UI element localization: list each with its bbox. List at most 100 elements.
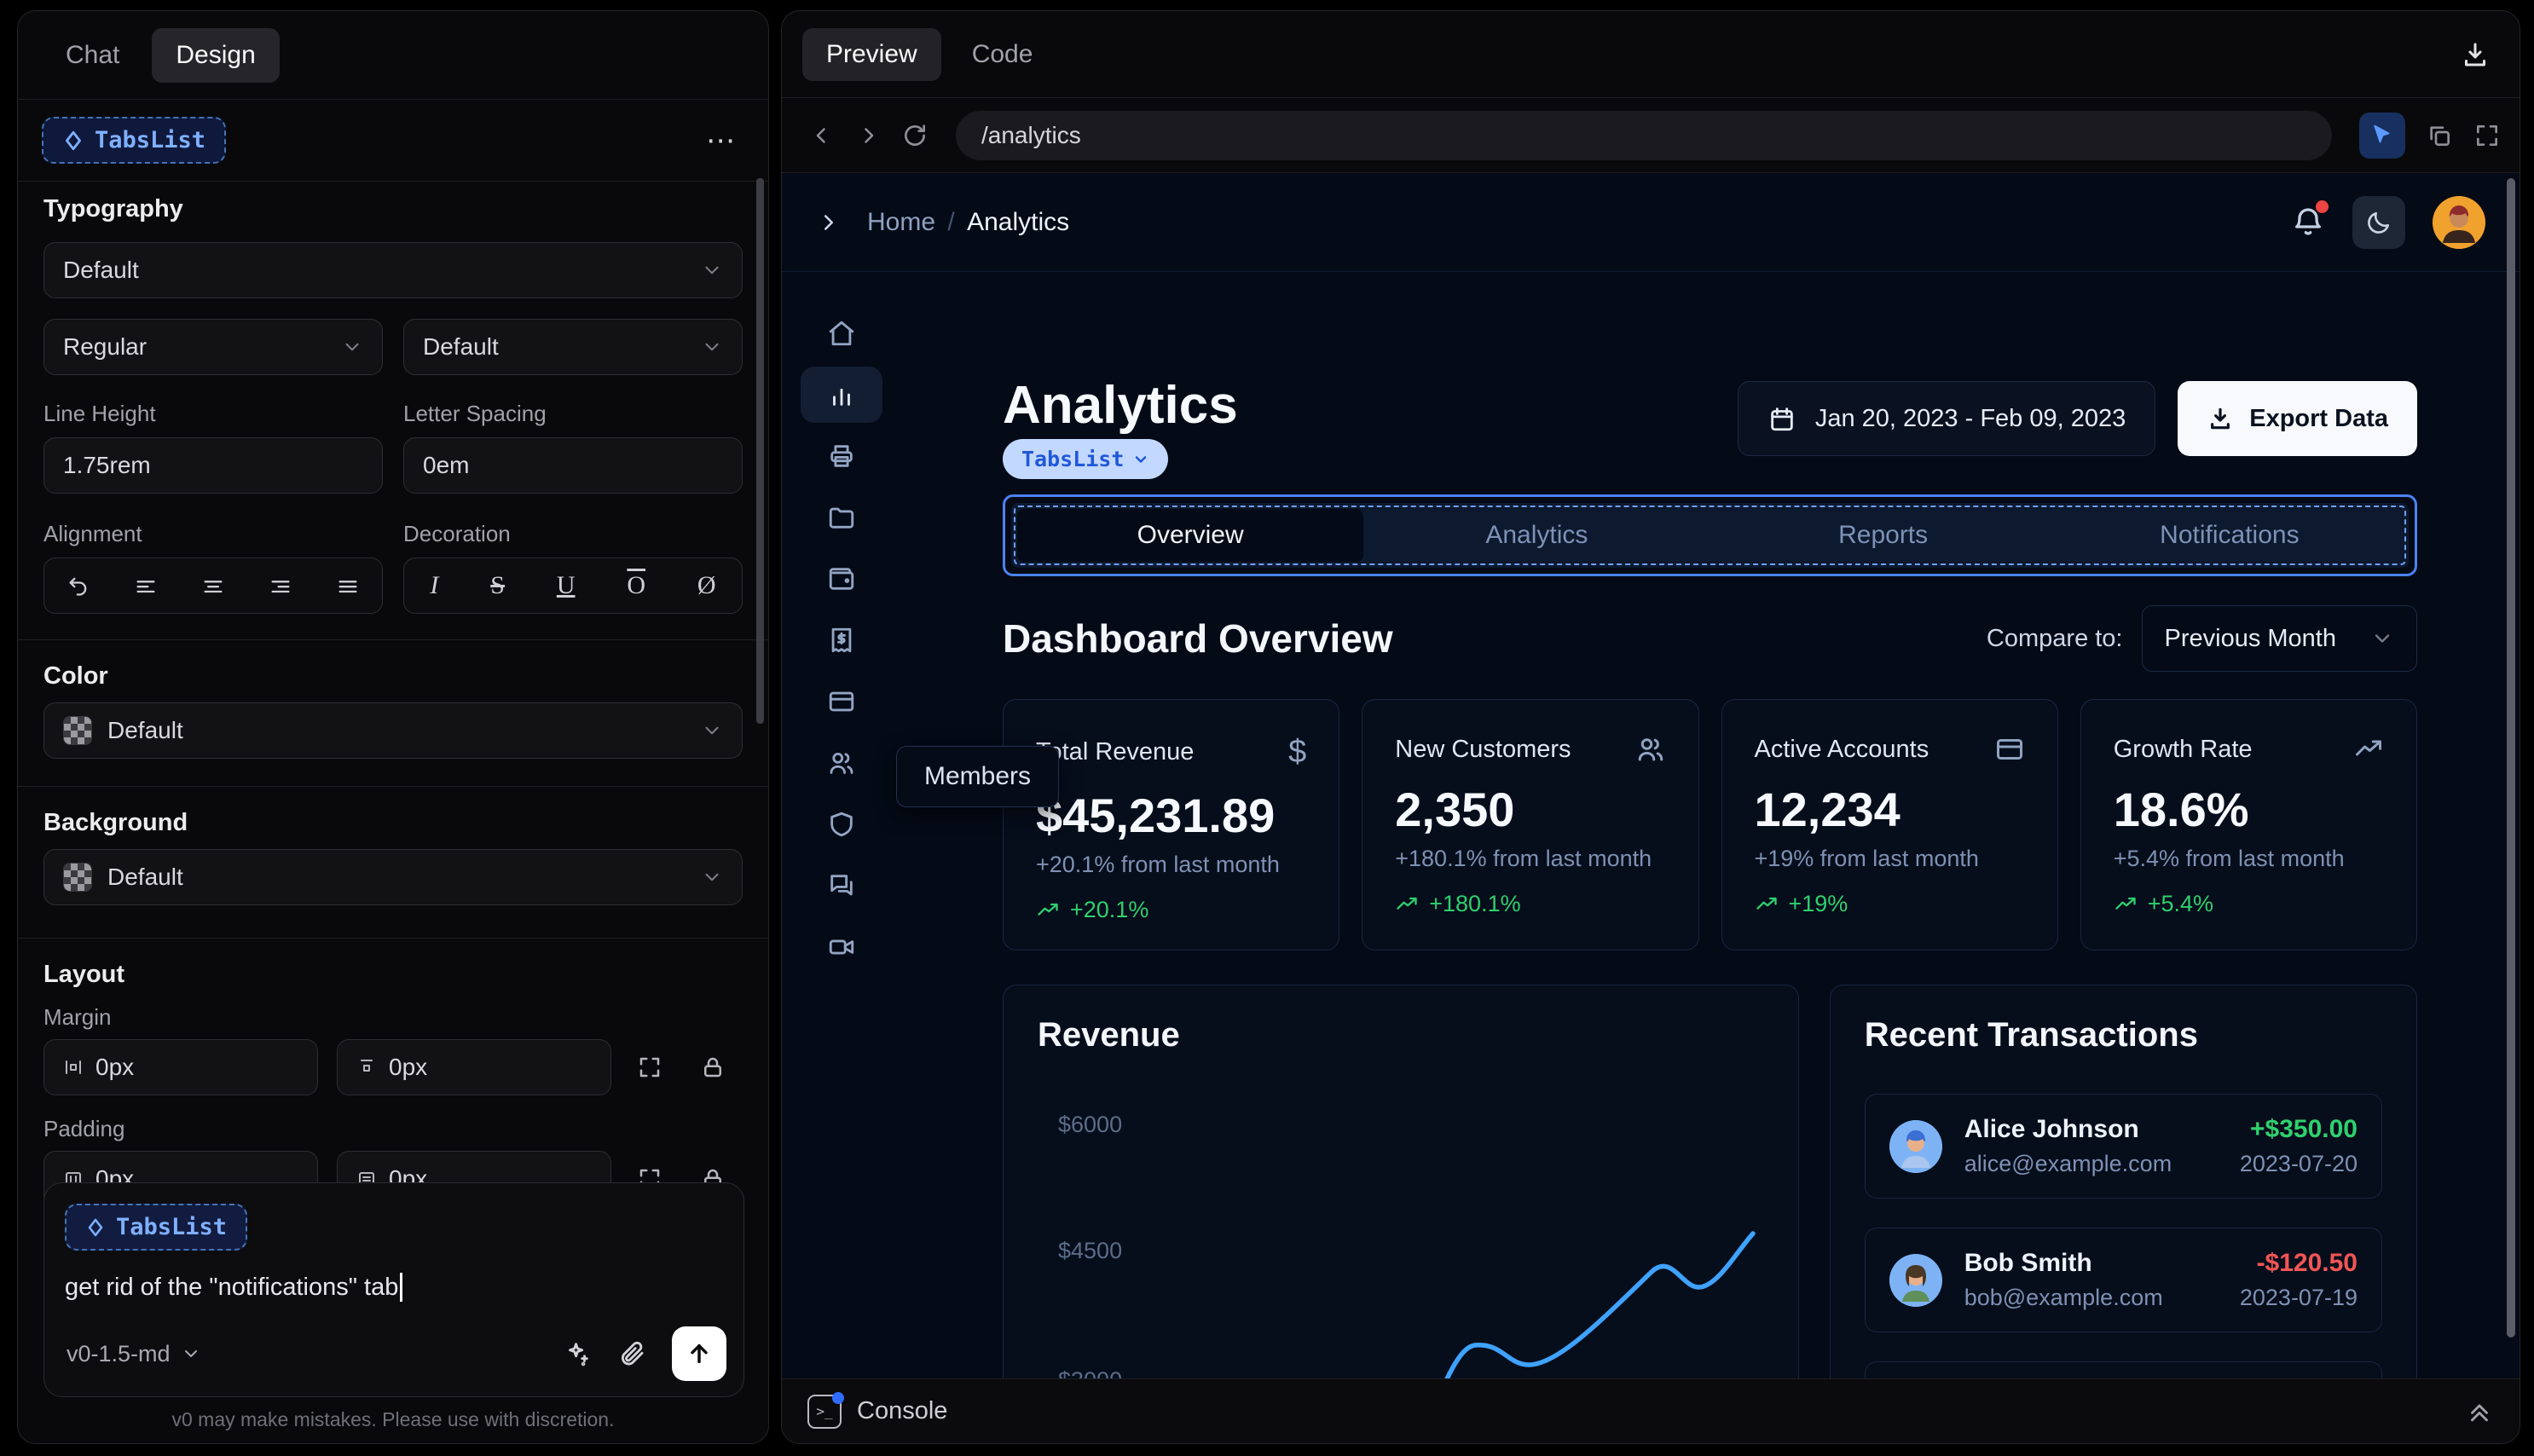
- left-panel-scrollbar[interactable]: [756, 178, 764, 724]
- theme-toggle-button[interactable]: [2352, 195, 2405, 249]
- tab-notifications[interactable]: Notifications: [2057, 509, 2403, 562]
- revenue-chart-card: Revenue $6000 $4500 $3000: [1003, 985, 1799, 1378]
- lock-icon[interactable]: [700, 1054, 726, 1080]
- url-input[interactable]: /analytics: [956, 110, 2332, 160]
- rail-item-analytics[interactable]: [801, 367, 882, 423]
- design-controls: Typography Default Regular Default Line …: [18, 182, 768, 1207]
- selected-component-badge[interactable]: TabsList: [1003, 439, 1169, 479]
- tab-reports[interactable]: Reports: [1710, 509, 2057, 562]
- rail-item-messages[interactable]: [801, 858, 882, 914]
- paperclip-icon[interactable]: [617, 1339, 646, 1368]
- user-avatar[interactable]: [2433, 195, 2485, 249]
- refresh-icon[interactable]: [901, 122, 929, 149]
- composer-input[interactable]: get rid of the "notifications" tab: [65, 1274, 398, 1302]
- stat-subtext: +20.1% from last month: [1036, 852, 1280, 877]
- chevron-down-icon: [705, 726, 719, 735]
- align-left-icon[interactable]: [134, 574, 158, 598]
- download-icon: [2211, 407, 2230, 430]
- tab-preview[interactable]: Preview: [802, 27, 941, 81]
- rail-item-invoices[interactable]: [801, 428, 882, 484]
- recent-transactions-card: Recent Transactions Alice Johnson alice@…: [1829, 985, 2417, 1378]
- browser-toolbar: /analytics: [782, 98, 2520, 173]
- compare-label: Compare to:: [1986, 624, 2123, 652]
- rail-item-members[interactable]: [801, 735, 882, 791]
- margin-label: Margin: [43, 1004, 112, 1030]
- tab-chat[interactable]: Chat: [42, 28, 143, 83]
- margin-y-value: 0px: [389, 1054, 428, 1080]
- notifications-button[interactable]: [2291, 199, 2329, 240]
- tab-analytics[interactable]: Analytics: [1363, 509, 1710, 562]
- export-label: Export Data: [2249, 404, 2388, 432]
- letter-spacing-input[interactable]: 0em: [403, 437, 743, 494]
- no-decoration-icon[interactable]: Ø: [697, 571, 716, 600]
- transaction-row[interactable]: Bob Smith bob@example.com -$120.50 2023-…: [1864, 1228, 2382, 1332]
- date-range-picker[interactable]: Jan 20, 2023 - Feb 09, 2023: [1737, 381, 2156, 456]
- align-center-icon[interactable]: [201, 574, 225, 598]
- rail-item-receipts[interactable]: [801, 612, 882, 668]
- back-icon[interactable]: [809, 123, 835, 148]
- trending-up-icon: [2356, 740, 2381, 756]
- prompt-composer[interactable]: TabsList get rid of the "notifications" …: [43, 1182, 744, 1397]
- stat-subtext: +5.4% from last month: [2113, 846, 2345, 871]
- background-swatch: [63, 863, 92, 892]
- send-button[interactable]: [672, 1326, 726, 1381]
- rail-item-security[interactable]: [801, 796, 882, 852]
- breadcrumb-separator: /: [947, 207, 955, 236]
- background-value: Default: [107, 864, 183, 890]
- copy-icon[interactable]: [2426, 122, 2453, 149]
- alignment-group: [43, 558, 383, 614]
- transaction-amount: +$350.00: [2250, 1115, 2358, 1143]
- underline-icon[interactable]: U: [557, 571, 576, 600]
- forward-icon[interactable]: [855, 123, 881, 148]
- tab-code[interactable]: Code: [948, 28, 1057, 81]
- fullscreen-icon[interactable]: [2473, 122, 2501, 149]
- font-size-select[interactable]: Default: [403, 319, 743, 375]
- align-right-icon[interactable]: [269, 574, 292, 598]
- rail-item-video[interactable]: [801, 919, 882, 975]
- typography-section-label: Typography: [43, 195, 183, 222]
- overline-icon[interactable]: O: [627, 571, 645, 600]
- font-family-select[interactable]: Default: [43, 242, 743, 298]
- tab-overview[interactable]: Overview: [1017, 509, 1364, 562]
- align-justify-icon[interactable]: [336, 574, 360, 598]
- inspect-cursor-button[interactable]: [2359, 112, 2405, 159]
- composer-component-chip[interactable]: TabsList: [65, 1204, 248, 1251]
- trend-up-icon: [1397, 897, 1417, 910]
- sparkles-icon[interactable]: [563, 1339, 592, 1368]
- expand-icon[interactable]: [637, 1054, 662, 1080]
- padding-label: Padding: [43, 1116, 125, 1141]
- rail-item-files[interactable]: [801, 489, 882, 546]
- strikethrough-icon[interactable]: S: [490, 571, 505, 600]
- receipt-icon: [831, 627, 852, 653]
- font-weight-select[interactable]: Regular: [43, 319, 383, 375]
- export-data-button[interactable]: Export Data: [2178, 381, 2417, 456]
- preview-scrollbar[interactable]: [2507, 178, 2515, 1338]
- rail-item-cards[interactable]: [801, 673, 882, 730]
- users-icon: [1638, 738, 1663, 761]
- chevron-down-icon: [1136, 455, 1147, 463]
- transaction-row[interactable]: Alice Johnson alice@example.com +$350.00…: [1864, 1094, 2382, 1199]
- stat-subtext: +19% from last month: [1754, 846, 1979, 871]
- tab-design[interactable]: Design: [152, 27, 280, 83]
- color-select[interactable]: Default: [43, 702, 743, 759]
- rail-item-wallet[interactable]: [801, 551, 882, 607]
- sidebar-toggle-icon[interactable]: [816, 210, 842, 235]
- more-options-button[interactable]: ⋯: [706, 124, 738, 158]
- margin-y-input[interactable]: 0px: [337, 1039, 611, 1095]
- italic-icon[interactable]: I: [430, 571, 438, 600]
- model-selector[interactable]: v0-1.5-md: [67, 1341, 201, 1367]
- line-height-input[interactable]: 1.75rem: [43, 437, 383, 494]
- selected-component-chip[interactable]: TabsList: [42, 117, 227, 164]
- avatar: [1889, 1119, 1942, 1173]
- console-bar[interactable]: >_ Console: [782, 1378, 2520, 1443]
- breadcrumb-home[interactable]: Home: [867, 208, 935, 236]
- margin-x-input[interactable]: 0px: [43, 1039, 318, 1095]
- rail-item-home[interactable]: [801, 305, 882, 361]
- background-select[interactable]: Default: [43, 849, 743, 905]
- stat-trend-value: +5.4%: [2147, 891, 2214, 916]
- undo-icon[interactable]: [67, 574, 90, 598]
- compare-select[interactable]: Previous Month: [2141, 605, 2417, 672]
- color-section-label: Color: [43, 662, 108, 690]
- download-icon[interactable]: [2460, 39, 2491, 70]
- chevrons-up-icon[interactable]: [2465, 1397, 2494, 1426]
